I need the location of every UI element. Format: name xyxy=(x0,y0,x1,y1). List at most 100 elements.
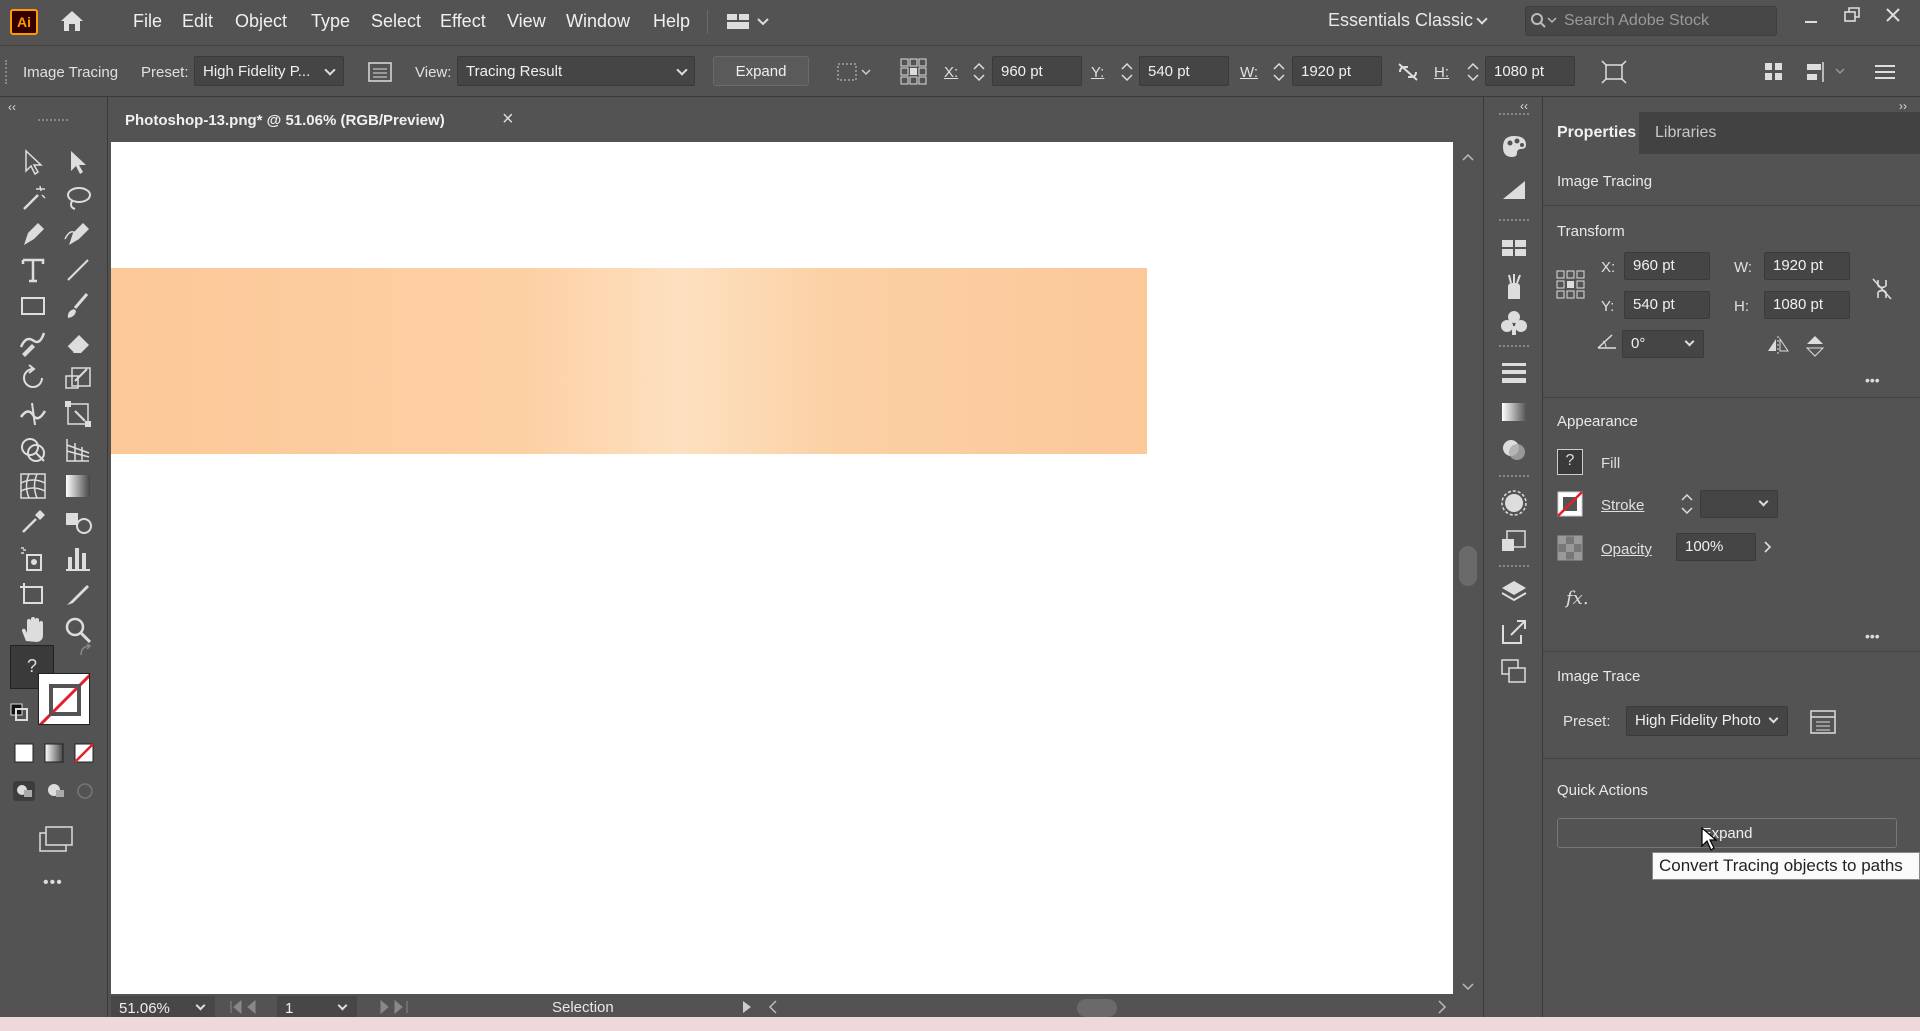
stroke-panel-icon[interactable] xyxy=(1499,359,1529,389)
scroll-left-icon[interactable] xyxy=(768,1000,778,1018)
color-panel-icon[interactable] xyxy=(1499,133,1529,163)
collapse-panel-icon[interactable]: ›› xyxy=(1899,99,1907,113)
direct-selection-tool-icon[interactable] xyxy=(63,147,93,177)
brushes-icon[interactable] xyxy=(1499,273,1529,305)
w-field[interactable]: 1920 pt xyxy=(1764,252,1850,280)
h-field[interactable]: 1080 pt xyxy=(1764,291,1850,319)
chevron-right-icon[interactable] xyxy=(1758,533,1778,561)
stock-search-input[interactable]: Search Adobe Stock xyxy=(1525,6,1777,36)
appearance-panel-icon[interactable] xyxy=(1499,489,1529,521)
link-proportions-icon[interactable] xyxy=(1870,276,1894,306)
opacity-field[interactable]: 100% xyxy=(1676,533,1756,561)
rectangle-tool-icon[interactable] xyxy=(18,291,48,321)
zoom-tool-icon[interactable] xyxy=(63,615,93,645)
opacity-label[interactable]: Opacity xyxy=(1601,541,1652,558)
chevron-down-icon[interactable] xyxy=(1476,13,1488,25)
column-graph-tool-icon[interactable] xyxy=(63,543,93,573)
more-options-icon[interactable]: ••• xyxy=(1865,372,1880,388)
trace-preset-select[interactable]: High Fidelity Photo xyxy=(1626,706,1788,736)
gradient-panel-icon[interactable] xyxy=(1499,399,1529,429)
traced-image[interactable] xyxy=(111,268,1147,454)
menu-type[interactable]: Type xyxy=(311,11,350,32)
y-field[interactable]: 540 pt xyxy=(1624,291,1710,319)
mesh-tool-icon[interactable] xyxy=(18,471,48,501)
grip-handle[interactable] xyxy=(38,119,68,122)
tab-properties[interactable]: Properties xyxy=(1543,112,1639,154)
gradient-mode-icon[interactable] xyxy=(44,743,64,767)
layers-icon[interactable] xyxy=(1499,579,1529,609)
draw-normal-icon[interactable] xyxy=(12,780,36,806)
more-options-icon[interactable]: ••• xyxy=(1865,628,1880,644)
first-artboard-icon[interactable] xyxy=(229,999,269,1018)
lasso-tool-icon[interactable] xyxy=(63,183,93,213)
menu-help[interactable]: Help xyxy=(653,11,690,32)
arrange-icon[interactable] xyxy=(1764,62,1784,86)
menu-view[interactable]: View xyxy=(507,11,546,32)
selection-tool-icon[interactable] xyxy=(18,147,48,177)
minimize-icon[interactable] xyxy=(1803,12,1819,32)
edit-toolbar-icon[interactable]: ••• xyxy=(43,874,63,892)
shaper-tool-icon[interactable] xyxy=(18,327,48,357)
preset-select[interactable]: High Fidelity P... xyxy=(194,56,344,86)
y-field[interactable]: 540 pt xyxy=(1139,56,1229,86)
export-icon[interactable] xyxy=(1499,619,1529,651)
swatches-icon[interactable] xyxy=(1499,235,1529,265)
draw-inside-icon[interactable] xyxy=(74,780,98,806)
artboards-panel-icon[interactable] xyxy=(1499,657,1529,689)
quick-expand-button[interactable]: Expand xyxy=(1557,818,1897,848)
last-artboard-icon[interactable] xyxy=(377,999,417,1018)
menu-window[interactable]: Window xyxy=(566,11,630,32)
vertical-scrollbar[interactable] xyxy=(1453,142,1481,994)
align-icon[interactable] xyxy=(836,60,876,88)
magic-wand-tool-icon[interactable] xyxy=(18,183,48,213)
transparency-icon[interactable] xyxy=(1499,437,1529,467)
link-proportions-icon[interactable] xyxy=(1396,62,1420,86)
stroke-weight-field[interactable] xyxy=(1700,490,1778,518)
close-tab-icon[interactable]: × xyxy=(502,108,514,131)
scroll-thumb[interactable] xyxy=(1459,546,1477,586)
grip-handle[interactable] xyxy=(1499,565,1529,567)
grip-handle[interactable] xyxy=(5,60,9,84)
grip-handle[interactable] xyxy=(1499,475,1529,477)
type-tool-icon[interactable] xyxy=(18,255,48,285)
document-tab[interactable]: Photoshop-13.png* @ 51.06% (RGB/Preview)… xyxy=(112,101,524,141)
panel-menu-icon[interactable] xyxy=(1875,64,1895,84)
stepper-icon[interactable] xyxy=(1466,60,1480,88)
grip-handle[interactable] xyxy=(1499,113,1529,115)
draw-behind-icon[interactable] xyxy=(44,780,68,806)
gradient-tool-icon[interactable] xyxy=(63,471,93,501)
artboard-tool-icon[interactable] xyxy=(18,579,48,609)
x-field[interactable]: 960 pt xyxy=(992,56,1082,86)
menu-effect[interactable]: Effect xyxy=(440,11,486,32)
stepper-icon[interactable] xyxy=(1120,60,1134,88)
stroke-swatch[interactable] xyxy=(38,673,90,725)
scroll-down-icon[interactable] xyxy=(1462,978,1474,995)
symbol-sprayer-tool-icon[interactable] xyxy=(18,543,48,573)
blend-tool-icon[interactable] xyxy=(63,507,93,537)
graphic-styles-icon[interactable] xyxy=(1499,529,1529,559)
perspective-grid-tool-icon[interactable] xyxy=(63,435,93,465)
slice-tool-icon[interactable] xyxy=(63,579,93,609)
stepper-icon[interactable] xyxy=(1272,60,1286,88)
stepper-icon[interactable] xyxy=(1680,490,1694,522)
image-trace-panel-icon[interactable] xyxy=(1810,710,1836,738)
grip-handle[interactable] xyxy=(1499,219,1529,221)
eyedropper-tool-icon[interactable] xyxy=(18,507,48,537)
view-select[interactable]: Tracing Result xyxy=(457,56,695,86)
fx-button[interactable]: fx. xyxy=(1566,588,1589,609)
collapse-panel-icon[interactable]: ‹‹ xyxy=(8,100,16,114)
flip-horizontal-icon[interactable] xyxy=(1766,336,1790,360)
free-transform-tool-icon[interactable] xyxy=(63,399,93,429)
symbols-icon[interactable] xyxy=(1499,309,1529,341)
hand-tool-icon[interactable] xyxy=(18,615,48,645)
paintbrush-tool-icon[interactable] xyxy=(63,291,93,321)
expand-button[interactable]: Expand xyxy=(713,56,809,86)
home-icon[interactable] xyxy=(58,9,86,37)
restore-icon[interactable] xyxy=(1843,6,1861,28)
stroke-label[interactable]: Stroke xyxy=(1601,497,1644,514)
w-field[interactable]: 1920 pt xyxy=(1292,56,1382,86)
workspace-switcher[interactable]: Essentials Classic xyxy=(1328,10,1473,31)
arrange-documents-icon[interactable] xyxy=(726,12,776,36)
reference-point-icon[interactable] xyxy=(900,58,928,90)
stroke-swatch[interactable] xyxy=(1557,491,1583,521)
